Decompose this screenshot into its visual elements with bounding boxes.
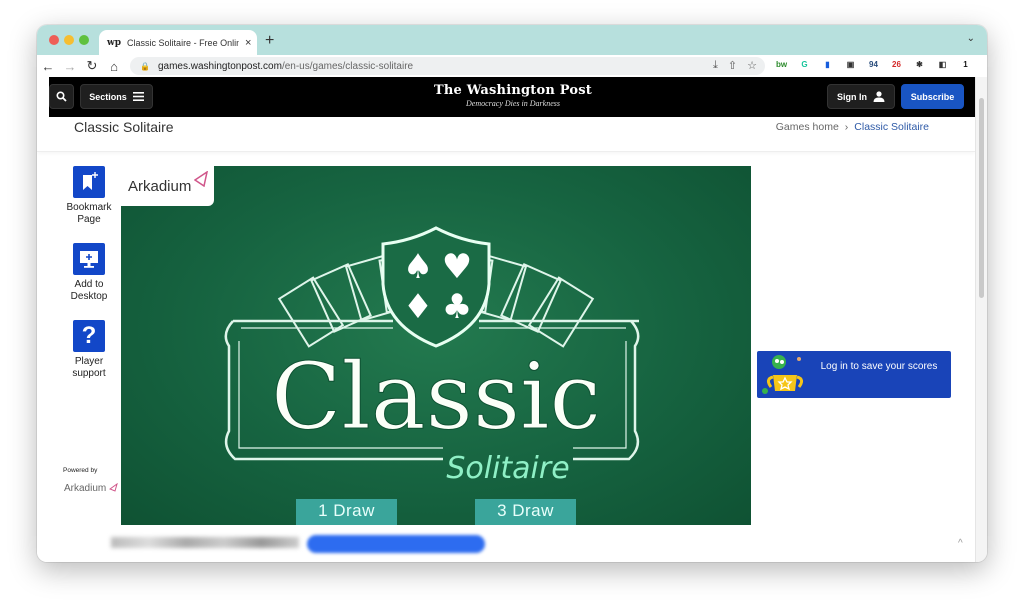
bookmark-page-button[interactable]: Bookmark Page: [57, 166, 121, 226]
bitwarden-extension-icon[interactable]: ▮: [821, 58, 834, 71]
adblock-extension-icon[interactable]: 26: [890, 58, 903, 71]
game-subtitle-solitaire: Solitaire: [446, 451, 569, 486]
home-button[interactable]: ⌂: [103, 59, 125, 74]
bw-extension-icon[interactable]: bw: [775, 58, 788, 71]
scrollbar-thumb[interactable]: [979, 98, 984, 298]
arkadium-logo[interactable]: Arkadium: [64, 482, 118, 494]
browser-toolbar: ← → ↻ ⌂ 🔒 games.washingtonpost.com/en-us…: [37, 55, 987, 77]
bookmark-plus-icon: [73, 166, 105, 198]
club-suit: ♣: [442, 287, 472, 327]
login-save-scores-banner[interactable]: Log in to save your scores: [757, 351, 951, 398]
browser-menu-icon[interactable]: ⋮: [982, 58, 988, 71]
question-mark-icon: ?: [73, 320, 105, 352]
side-panel-icon[interactable]: ◧: [936, 58, 949, 71]
close-window-button[interactable]: [49, 35, 59, 45]
game-title-classic: Classic: [271, 343, 601, 450]
site-header: Sections The Washington Post Democracy D…: [49, 77, 977, 117]
user-icon: [873, 91, 885, 102]
bookmark-star-icon[interactable]: ☆: [747, 59, 757, 72]
card-art: [527, 276, 595, 348]
arkadium-arrow-icon: [194, 171, 208, 187]
new-tab-button[interactable]: +: [265, 32, 274, 50]
game-canvas[interactable]: ♠ ♥ ♦ ♣ Classic Solitaire Arkadium 1 Dra…: [121, 166, 751, 525]
extensions-area: bw G ▮ ▣ 94 26 ✱ ◧ 1 ⋮: [775, 58, 987, 71]
forward-button[interactable]: →: [59, 59, 81, 74]
add-to-desktop-button[interactable]: Add to Desktop: [57, 243, 121, 303]
subscribe-button[interactable]: Subscribe: [901, 84, 964, 109]
reload-button[interactable]: ↻: [81, 58, 103, 74]
browser-tab[interactable]: wp Classic Solitaire - Free Online Game …: [99, 30, 257, 55]
card-art: [277, 276, 345, 348]
browser-window: wp Classic Solitaire - Free Online Game …: [37, 25, 987, 562]
maximize-window-button[interactable]: [79, 35, 89, 45]
spade-suit: ♠: [403, 247, 433, 287]
wp-favicon-icon: wp: [107, 37, 122, 48]
powered-by-label: Powered by: [63, 467, 98, 474]
back-button[interactable]: ←: [37, 59, 59, 74]
blurred-text: [111, 537, 299, 548]
tab-search-chevron-icon[interactable]: ⌄: [967, 33, 975, 44]
chevron-up-icon[interactable]: ^: [958, 538, 963, 549]
page-content: Classic Solitaire Games home › Classic S…: [37, 117, 975, 562]
grammarly-extension-icon[interactable]: G: [798, 58, 811, 71]
arkadium-arrow-icon: [108, 482, 118, 492]
desktop-plus-icon: [73, 243, 105, 275]
breadcrumb-current[interactable]: Classic Solitaire: [854, 121, 929, 133]
tab-bar: wp Classic Solitaire - Free Online Game …: [37, 25, 987, 55]
three-draw-button[interactable]: 3 Draw: [475, 499, 576, 525]
address-bar[interactable]: 🔒 games.washingtonpost.com/en-us/games/c…: [130, 57, 765, 75]
heart-suit: ♥: [442, 247, 472, 287]
url-text: games.washingtonpost.com/en-us/games/cla…: [157, 60, 414, 72]
trophy-icon: [762, 355, 804, 394]
share-icon[interactable]: ⇧: [728, 59, 737, 72]
close-tab-icon[interactable]: ×: [245, 37, 251, 49]
title-bar: Classic Solitaire Games home › Classic S…: [37, 117, 975, 152]
page-scrollbar[interactable]: [975, 77, 987, 562]
breadcrumb-games-home[interactable]: Games home: [776, 121, 839, 133]
diamond-suit: ♦: [403, 287, 433, 327]
player-support-button[interactable]: ? Player support: [57, 320, 121, 380]
chevron-right-icon: ›: [844, 121, 849, 133]
breadcrumb: Games home › Classic Solitaire: [776, 121, 929, 133]
picture-in-picture-extension-icon[interactable]: ▣: [844, 58, 857, 71]
game-splash-art: ♠ ♥ ♦ ♣ Classic Solitaire: [224, 226, 640, 486]
minimize-window-button[interactable]: [64, 35, 74, 45]
blurred-button[interactable]: [307, 535, 485, 553]
download-icon[interactable]: ⤓: [713, 59, 718, 72]
extensions-puzzle-icon[interactable]: ✱: [913, 58, 926, 71]
calendar-extension-icon[interactable]: 94: [867, 58, 880, 71]
arkadium-badge: Arkadium: [121, 166, 214, 206]
1password-extension-icon[interactable]: 1: [959, 58, 972, 71]
lock-icon: 🔒: [140, 61, 150, 71]
sign-in-button[interactable]: Sign In: [827, 84, 895, 109]
shield-emblem: [381, 226, 491, 348]
page-title: Classic Solitaire: [74, 119, 174, 135]
tab-title: Classic Solitaire - Free Online Game: [127, 37, 240, 48]
one-draw-button[interactable]: 1 Draw: [296, 499, 397, 525]
